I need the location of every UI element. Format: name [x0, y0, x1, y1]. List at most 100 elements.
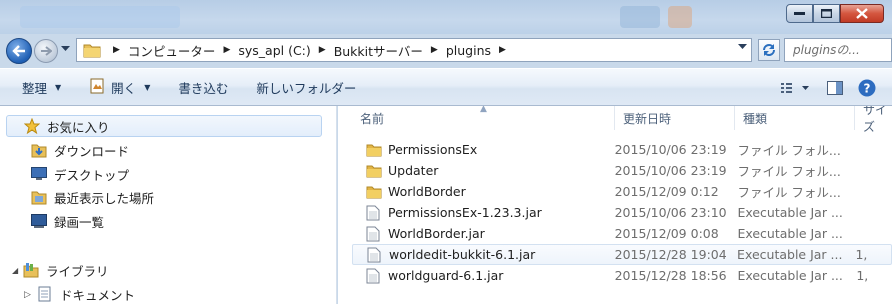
search-box[interactable] [784, 38, 892, 62]
forward-button[interactable] [34, 39, 58, 63]
nav-item-libraries[interactable]: ライブラリ [22, 259, 109, 281]
back-button[interactable] [6, 38, 32, 64]
open-file-icon [89, 78, 105, 97]
new-folder-button[interactable]: 新しいフォルダー [246, 74, 366, 100]
change-view-button[interactable] [776, 75, 816, 101]
open-label: 開く [111, 80, 137, 96]
libraries-icon [22, 262, 40, 278]
file-row[interactable]: Updater 2015/10/06 23:19 ファイル フォル... [352, 160, 892, 181]
file-row[interactable]: WorldBorder 2015/12/09 0:12 ファイル フォル... [352, 181, 892, 202]
preview-pane-button[interactable] [822, 75, 848, 101]
nav-label: ダウンロード [54, 143, 130, 159]
nav-label: ドキュメント [60, 287, 136, 303]
file-row[interactable]: worldguard-6.1.jar 2015/12/28 18:56 Exec… [352, 265, 892, 286]
command-bar: 整理 ▼ 開く ▼ 書き込む 新しいフォルダー ? [0, 68, 892, 106]
burn-button[interactable]: 書き込む [168, 74, 238, 100]
downloads-folder-icon [30, 142, 48, 158]
expand-documents-icon[interactable]: ▷ [24, 290, 31, 300]
file-size: 1, [855, 247, 868, 262]
column-header-name[interactable]: ▲ 名前 [338, 106, 615, 130]
column-header-row: ▲ 名前 更新日時 種類 サイズ [338, 106, 892, 134]
sort-ascending-icon: ▲ [480, 106, 487, 114]
folder-icon [83, 42, 101, 58]
close-button[interactable] [840, 4, 884, 23]
breadcrumb-computer[interactable]: コンピューター ▶ [128, 41, 238, 60]
star-icon [23, 118, 41, 134]
new-folder-label: 新しいフォルダー [256, 80, 357, 96]
background-blur [668, 6, 692, 28]
file-row-hovered[interactable]: worldedit-bukkit-6.1.jar 2015/12/28 19:0… [352, 244, 892, 265]
recent-places-icon [30, 189, 48, 205]
file-type: Executable Jar ... [737, 226, 843, 241]
chevron-down-icon: ▼ [55, 82, 62, 92]
jar-file-icon [366, 226, 382, 242]
nav-label: 最近表示した場所 [54, 190, 155, 206]
file-date: 2015/12/09 0:12 [614, 184, 719, 199]
help-icon: ? [858, 79, 876, 97]
file-date: 2015/12/09 0:08 [614, 226, 719, 241]
file-type: Executable Jar ... [737, 268, 843, 283]
file-name: worldedit-bukkit-6.1.jar [389, 247, 536, 262]
address-history-dropdown-icon[interactable] [738, 44, 747, 50]
file-name: PermissionsEx [388, 142, 478, 157]
nav-item-documents[interactable]: ドキュメント [36, 283, 135, 304]
collapse-libraries-icon[interactable]: ◢ [12, 266, 18, 275]
file-date: 2015/12/28 18:56 [614, 268, 727, 283]
folder-icon [366, 142, 382, 158]
file-type: ファイル フォル... [737, 164, 841, 179]
nav-label: ライブラリ [46, 263, 109, 279]
view-list-icon [781, 83, 809, 93]
column-header-label: 種類 [743, 111, 768, 126]
breadcrumb-root-separator[interactable]: ▶ [105, 45, 128, 55]
window-controls [786, 4, 884, 24]
address-row: ▶ コンピューター ▶ sys_apl (C:) ▶ Bukkitサーバー ▶ plu… [0, 34, 892, 68]
file-row[interactable]: PermissionsEx 2015/10/06 23:19 ファイル フォル.… [352, 139, 892, 160]
jar-file-icon [366, 205, 382, 221]
breadcrumb-plugins[interactable]: plugins ▶ [446, 43, 514, 58]
nav-label: デスクトップ [54, 167, 130, 183]
nav-item-recent-places[interactable]: 最近表示した場所 [30, 186, 154, 208]
help-button[interactable]: ? [854, 75, 880, 101]
folder-icon [366, 163, 382, 179]
recent-pages-dropdown-icon[interactable] [61, 46, 70, 52]
close-icon [856, 8, 868, 19]
nav-item-favorites[interactable]: お気に入り [6, 115, 322, 137]
documents-icon [36, 286, 54, 302]
breadcrumb-drive[interactable]: sys_apl (C:) ▶ [238, 43, 333, 58]
nav-item-downloads[interactable]: ダウンロード [30, 139, 129, 161]
address-bar[interactable]: ▶ コンピューター ▶ sys_apl (C:) ▶ Bukkitサーバー ▶ plu… [76, 38, 752, 62]
desktop-icon [30, 166, 48, 182]
file-type: ファイル フォル... [737, 143, 841, 158]
svg-text:?: ? [864, 82, 871, 96]
file-row[interactable]: WorldBorder.jar 2015/12/09 0:08 Executab… [352, 223, 892, 244]
minimize-button[interactable] [786, 4, 813, 23]
column-header-size[interactable]: サイズ [855, 106, 892, 134]
background-blur [20, 6, 180, 28]
nav-label: 録画一覧 [54, 214, 105, 230]
forward-arrow-icon [41, 46, 52, 56]
file-size: 1, [856, 268, 869, 283]
nav-label: お気に入り [47, 119, 110, 135]
file-list-pane: ▲ 名前 更新日時 種類 サイズ PermissionsEx 2015/10/0… [338, 106, 892, 304]
refresh-button[interactable] [758, 39, 780, 61]
file-name: worldguard-6.1.jar [388, 268, 504, 283]
file-type: ファイル フォル... [737, 185, 841, 200]
organize-label: 整理 [22, 80, 48, 96]
search-input[interactable] [793, 43, 883, 57]
file-row[interactable]: PermissionsEx-1.23.3.jar 2015/10/06 23:1… [352, 202, 892, 223]
maximize-button[interactable] [813, 4, 840, 23]
title-bar [0, 0, 892, 34]
back-arrow-icon [12, 45, 25, 57]
file-date: 2015/10/06 23:19 [614, 163, 727, 178]
file-date: 2015/10/06 23:19 [614, 142, 727, 157]
column-header-type[interactable]: 種類 [735, 106, 855, 130]
file-name: WorldBorder.jar [388, 226, 485, 241]
refresh-icon [763, 44, 775, 56]
nav-item-desktop[interactable]: デスクトップ [30, 163, 129, 185]
open-menu[interactable]: 開く ▼ [79, 74, 160, 100]
nav-item-recorded-tv[interactable]: 録画一覧 [30, 210, 104, 232]
organize-menu[interactable]: 整理 ▼ [12, 74, 71, 100]
column-header-date[interactable]: 更新日時 [615, 106, 735, 130]
breadcrumb-bukkit-server[interactable]: Bukkitサーバー ▶ [334, 41, 446, 60]
minimize-icon [794, 11, 805, 15]
